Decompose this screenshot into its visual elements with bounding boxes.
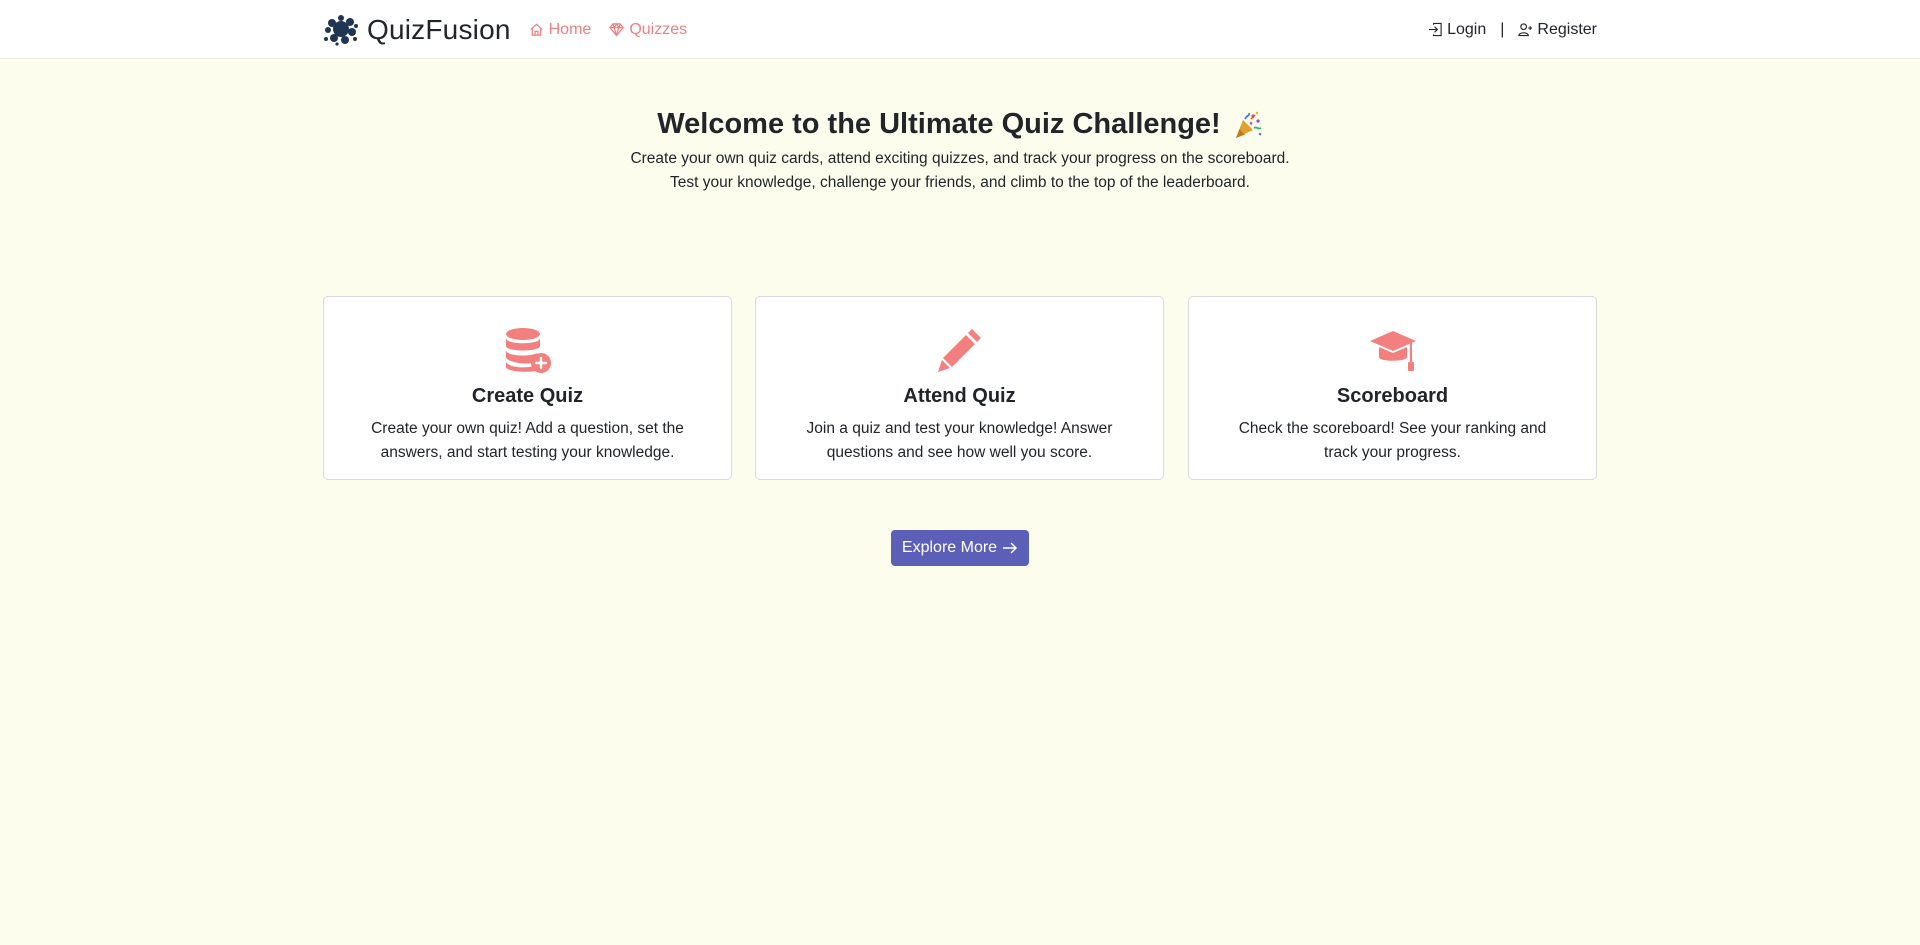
card-scoreboard[interactable]: Scoreboard Check the scoreboard! See you… xyxy=(1188,296,1597,480)
nav-link-home-label: Home xyxy=(548,20,592,38)
house-icon xyxy=(530,23,543,36)
brand-logo-icon xyxy=(324,14,358,46)
party-popper-icon xyxy=(1235,111,1262,138)
brand-name: QuizFusion xyxy=(367,13,511,45)
card-attend-quiz-title: Attend Quiz xyxy=(903,385,1016,407)
brand-link[interactable]: QuizFusion xyxy=(323,14,511,46)
card-scoreboard-text: Check the scoreboard! See your ranking a… xyxy=(1238,420,1547,461)
navbar-container: QuizFusion Home Quizzes Login | Register xyxy=(323,0,1597,59)
card-attend-quiz-text: Join a quiz and test your knowledge! Ans… xyxy=(806,420,1113,461)
explore-more-button[interactable]: Explore More xyxy=(891,530,1029,566)
card-attend-quiz[interactable]: Attend Quiz Join a quiz and test your kn… xyxy=(755,296,1164,480)
card-scoreboard-title: Scoreboard xyxy=(1336,385,1449,407)
card-create-quiz-icon-wrap xyxy=(324,327,731,373)
nav-separator: | xyxy=(1500,20,1505,38)
card-attend-quiz-icon-wrap xyxy=(756,327,1163,373)
login-label: Login xyxy=(1447,20,1487,38)
navbar-left: QuizFusion Home Quizzes xyxy=(323,14,687,46)
arrow-right-icon xyxy=(1002,542,1017,554)
hero-description-line-2: Test your knowledge, challenge your frie… xyxy=(670,174,1250,191)
database-add-icon xyxy=(505,328,551,373)
pencil-icon xyxy=(937,329,981,372)
card-scoreboard-icon-wrap xyxy=(1189,327,1596,373)
card-create-quiz[interactable]: Create Quiz Create your own quiz! Add a … xyxy=(323,296,732,480)
register-label: Register xyxy=(1537,20,1597,38)
register-link[interactable]: Register xyxy=(1518,21,1597,39)
login-link[interactable]: Login xyxy=(1428,21,1486,39)
gem-icon xyxy=(609,23,624,37)
hero-title: Welcome to the Ultimate Quiz Challenge! xyxy=(657,108,1262,141)
login-icon xyxy=(1429,22,1442,37)
card-create-quiz-title: Create Quiz xyxy=(471,385,584,407)
hero-section: Welcome to the Ultimate Quiz Challenge! … xyxy=(0,108,1920,195)
hero-description-line-1: Create your own quiz cards, attend excit… xyxy=(630,150,1290,167)
graduation-cap-icon xyxy=(1369,331,1416,371)
nav-link-home[interactable]: Home xyxy=(529,20,592,39)
navbar: QuizFusion Home Quizzes Login | Register xyxy=(0,0,1920,59)
nav-link-quizzes-label: Quizzes xyxy=(629,20,688,38)
card-create-quiz-text: Create your own quiz! Add a question, se… xyxy=(371,420,684,461)
nav-link-quizzes[interactable]: Quizzes xyxy=(609,21,687,39)
explore-more-label: Explore More xyxy=(901,539,998,556)
hero-title-text: Welcome to the Ultimate Quiz Challenge! xyxy=(657,108,1221,140)
feature-cards: Create Quiz Create your own quiz! Add a … xyxy=(323,296,1597,480)
person-add-icon xyxy=(1518,23,1533,37)
navbar-right: Login | Register xyxy=(1428,21,1597,39)
